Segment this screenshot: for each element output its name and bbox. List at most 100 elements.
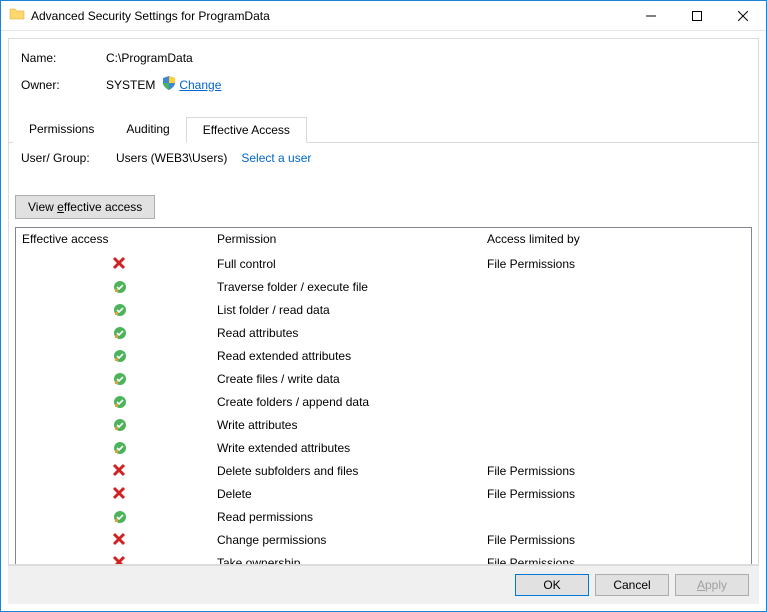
- status-cell: [22, 532, 217, 548]
- permission-cell: Change permissions: [217, 533, 487, 547]
- window-controls: [628, 1, 766, 30]
- tab-effective-access[interactable]: Effective Access: [186, 117, 307, 143]
- allow-icon: [112, 279, 128, 295]
- permission-cell: Read attributes: [217, 326, 487, 340]
- limit-cell: File Permissions: [487, 487, 745, 501]
- dialog-footer: OK Cancel Apply: [8, 565, 759, 604]
- table-row[interactable]: Full controlFile Permissions: [16, 252, 751, 275]
- allow-icon: [112, 440, 128, 456]
- permission-cell: Write attributes: [217, 418, 487, 432]
- table-row[interactable]: Write attributes: [16, 413, 751, 436]
- allow-icon: [112, 325, 128, 341]
- apply-ul: A: [697, 578, 705, 592]
- owner-label: Owner:: [21, 78, 106, 92]
- owner-row: Owner: SYSTEM Change: [21, 75, 746, 94]
- status-cell: [22, 325, 217, 341]
- permission-cell: Create folders / append data: [217, 395, 487, 409]
- select-user-link[interactable]: Select a user: [241, 151, 311, 165]
- permission-cell: Traverse folder / execute file: [217, 280, 487, 294]
- table-row[interactable]: DeleteFile Permissions: [16, 482, 751, 505]
- deny-icon: [112, 256, 128, 272]
- permissions-list: Effective access Permission Access limit…: [15, 227, 752, 564]
- deny-icon: [112, 532, 128, 548]
- status-cell: [22, 555, 217, 565]
- btn-text-pre: View: [28, 200, 57, 214]
- limit-cell: File Permissions: [487, 556, 745, 565]
- allow-icon: [112, 509, 128, 525]
- cancel-button[interactable]: Cancel: [595, 574, 669, 596]
- list-header: Effective access Permission Access limit…: [16, 228, 751, 252]
- status-cell: [22, 486, 217, 502]
- deny-icon: [112, 486, 128, 502]
- shield-icon: [161, 75, 177, 94]
- col-header-effective: Effective access: [22, 232, 217, 246]
- table-row[interactable]: Delete subfolders and filesFile Permissi…: [16, 459, 751, 482]
- content-outer: Name: C:\ProgramData Owner: SYSTEM Chang…: [1, 31, 766, 611]
- owner-value: SYSTEM: [106, 78, 155, 92]
- rows-container: Full controlFile Permissions Traverse fol…: [16, 252, 751, 564]
- table-row[interactable]: Create files / write data: [16, 367, 751, 390]
- limit-cell: File Permissions: [487, 533, 745, 547]
- status-cell: [22, 256, 217, 272]
- status-cell: [22, 279, 217, 295]
- table-row[interactable]: Read attributes: [16, 321, 751, 344]
- deny-icon: [112, 555, 128, 565]
- tab-permissions[interactable]: Permissions: [13, 117, 110, 143]
- ok-button[interactable]: OK: [515, 574, 589, 596]
- allow-icon: [112, 302, 128, 318]
- table-row[interactable]: Take ownershipFile Permissions: [16, 551, 751, 564]
- table-row[interactable]: Change permissionsFile Permissions: [16, 528, 751, 551]
- permission-cell: List folder / read data: [217, 303, 487, 317]
- permission-cell: Read permissions: [217, 510, 487, 524]
- usergroup-label: User/ Group:: [21, 151, 116, 165]
- table-row[interactable]: Read permissions: [16, 505, 751, 528]
- change-owner-link[interactable]: Change: [179, 78, 221, 92]
- name-row: Name: C:\ProgramData: [21, 51, 746, 65]
- permission-cell: Read extended attributes: [217, 349, 487, 363]
- name-label: Name:: [21, 51, 106, 65]
- apply-rest: pply: [705, 578, 727, 592]
- table-row[interactable]: Write extended attributes: [16, 436, 751, 459]
- scroll-area[interactable]: User/ Group: Users (WEB3\Users) Select a…: [9, 143, 758, 564]
- dialog-window: Advanced Security Settings for ProgramDa…: [0, 0, 767, 612]
- status-cell: [22, 440, 217, 456]
- header-fields: Name: C:\ProgramData Owner: SYSTEM Chang…: [9, 39, 758, 112]
- table-row[interactable]: List folder / read data: [16, 298, 751, 321]
- status-cell: [22, 417, 217, 433]
- titlebar[interactable]: Advanced Security Settings for ProgramDa…: [1, 1, 766, 31]
- table-row[interactable]: Create folders / append data: [16, 390, 751, 413]
- allow-icon: [112, 348, 128, 364]
- folder-icon: [9, 6, 25, 25]
- allow-icon: [112, 394, 128, 410]
- table-row[interactable]: Read extended attributes: [16, 344, 751, 367]
- maximize-button[interactable]: [674, 1, 720, 30]
- col-header-limit: Access limited by: [487, 232, 745, 246]
- status-cell: [22, 463, 217, 479]
- permission-cell: Take ownership: [217, 556, 487, 565]
- deny-icon: [112, 463, 128, 479]
- permission-cell: Write extended attributes: [217, 441, 487, 455]
- status-cell: [22, 302, 217, 318]
- limit-cell: File Permissions: [487, 257, 745, 271]
- status-cell: [22, 348, 217, 364]
- tabstrip: Permissions Auditing Effective Access: [9, 116, 758, 143]
- window-title: Advanced Security Settings for ProgramDa…: [31, 9, 628, 23]
- view-effective-access-button[interactable]: View effective access: [15, 195, 155, 219]
- usergroup-row: User/ Group: Users (WEB3\Users) Select a…: [15, 143, 756, 173]
- permission-cell: Delete: [217, 487, 487, 501]
- tab-body: User/ Group: Users (WEB3\Users) Select a…: [9, 143, 758, 564]
- minimize-button[interactable]: [628, 1, 674, 30]
- name-value: C:\ProgramData: [106, 51, 193, 65]
- tab-auditing[interactable]: Auditing: [110, 117, 185, 143]
- usergroup-value: Users (WEB3\Users): [116, 151, 227, 165]
- allow-icon: [112, 417, 128, 433]
- status-cell: [22, 509, 217, 525]
- apply-button: Apply: [675, 574, 749, 596]
- col-header-permission: Permission: [217, 232, 487, 246]
- permission-cell: Delete subfolders and files: [217, 464, 487, 478]
- content: Name: C:\ProgramData Owner: SYSTEM Chang…: [8, 38, 759, 565]
- permission-cell: Create files / write data: [217, 372, 487, 386]
- table-row[interactable]: Traverse folder / execute file: [16, 275, 751, 298]
- status-cell: [22, 394, 217, 410]
- close-button[interactable]: [720, 1, 766, 30]
